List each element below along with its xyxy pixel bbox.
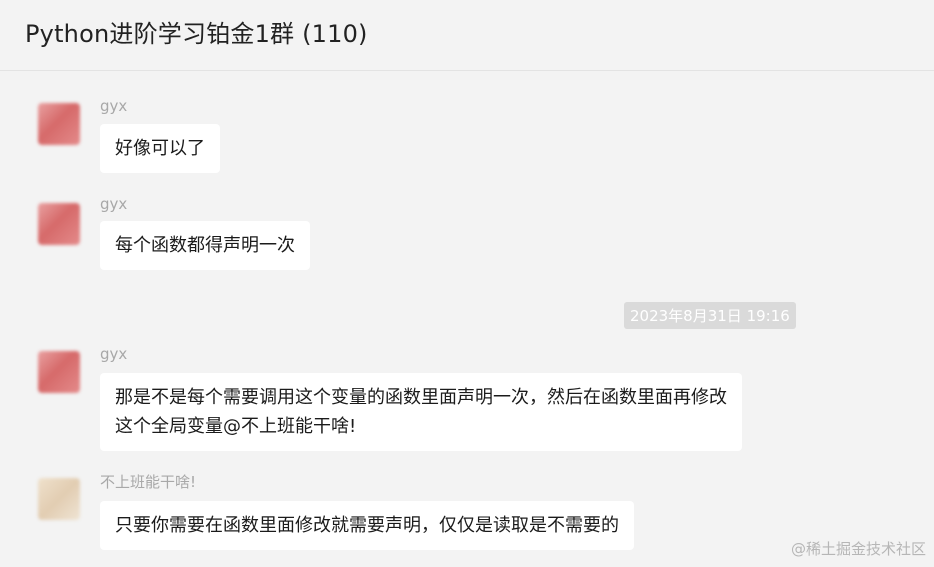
avatar[interactable]: [38, 103, 80, 145]
watermark: @稀土掘金技术社区: [790, 540, 926, 558]
message-bubble[interactable]: 好像可以了: [100, 124, 220, 173]
sender-name[interactable]: 不上班能干啥!: [100, 471, 196, 492]
avatar[interactable]: [38, 351, 80, 393]
message-bubble[interactable]: 只要你需要在函数里面修改就需要声明，仅仅是读取是不需要的: [100, 501, 634, 550]
timestamp: 2023年8月31日 19:16: [624, 302, 796, 329]
sender-name[interactable]: gyx: [100, 345, 127, 363]
message-list[interactable]: gyx 好像可以了 gyx 每个函数都得声明一次 2023年8月31日 19:1…: [0, 71, 934, 567]
message-bubble[interactable]: 那是不是每个需要调用这个变量的函数里面声明一次，然后在函数里面再修改 这个全局变…: [100, 373, 742, 451]
avatar[interactable]: [38, 203, 80, 245]
sender-name[interactable]: gyx: [100, 97, 127, 115]
avatar[interactable]: [38, 478, 80, 520]
sender-name[interactable]: gyx: [100, 195, 127, 213]
group-title: Python进阶学习铂金1群 (110): [25, 20, 368, 48]
message-bubble[interactable]: 每个函数都得声明一次: [100, 221, 310, 270]
chat-header: Python进阶学习铂金1群 (110): [0, 0, 934, 71]
